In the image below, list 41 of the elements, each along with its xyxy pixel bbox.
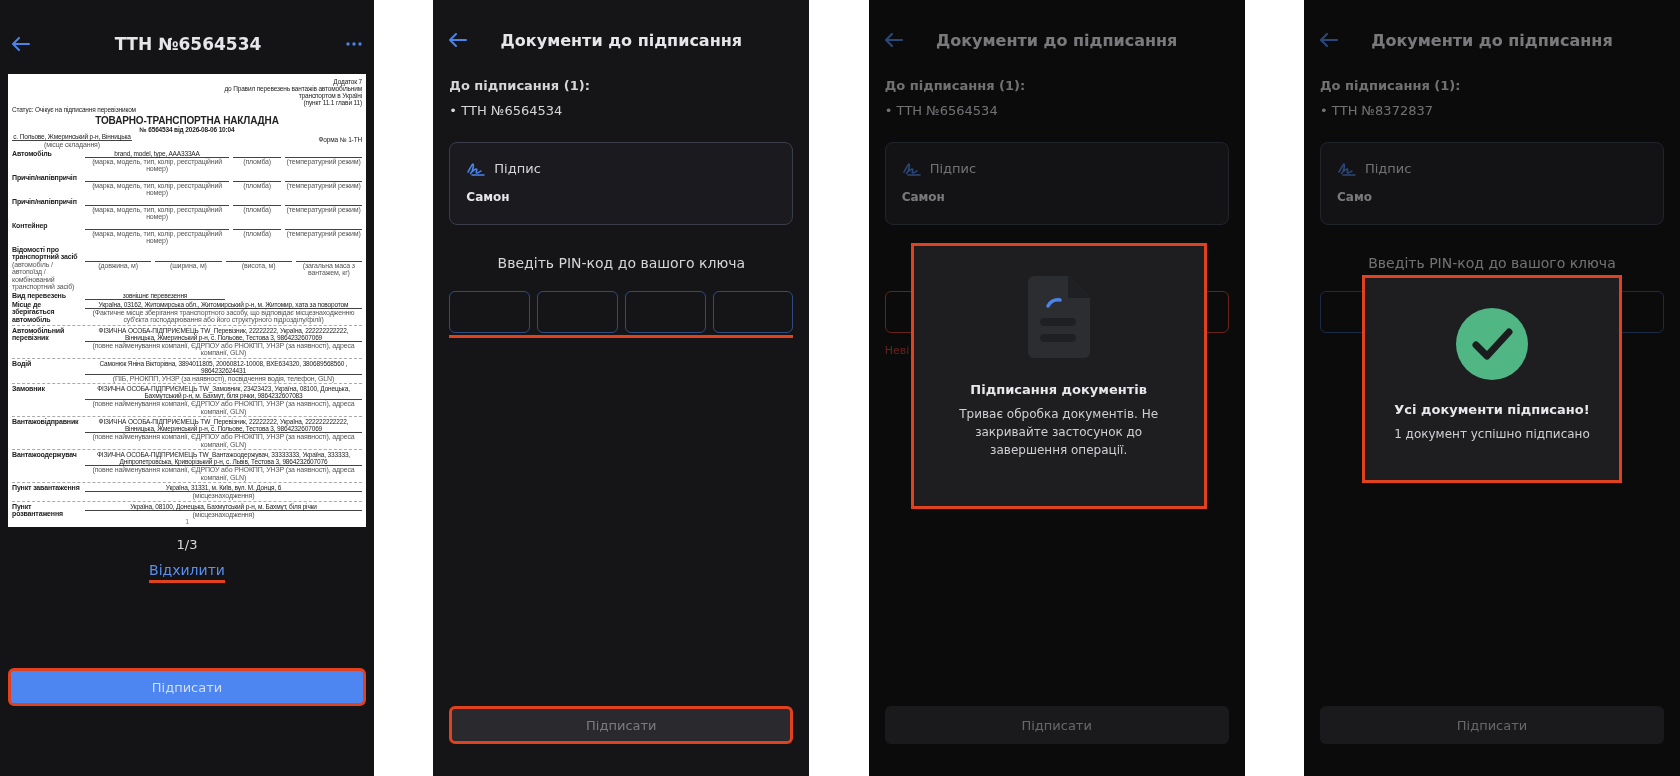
pending-label: До підписання (1): [449, 78, 591, 93]
document-heading: ТОВАРНО-ТРАНСПОРТНА НАКЛАДНА [94, 115, 280, 126]
dialog-title: Підписання документів [970, 382, 1147, 397]
screen-title: ТТН №6564534 [114, 34, 262, 54]
screen-title: Документи до підписання [500, 30, 743, 50]
pin-field[interactable] [537, 291, 618, 333]
back-arrow-icon[interactable] [449, 33, 468, 47]
pin-prompt: Введіть PIN-код до вашого ключа [496, 255, 747, 273]
page-indicator: 1/3 [175, 537, 199, 552]
signature-icon [901, 161, 922, 176]
more-icon[interactable] [346, 42, 362, 46]
pin-prompt: Введіть PIN-код до вашого ключа [1367, 255, 1617, 273]
signature-label: Підпис [1365, 161, 1412, 176]
reject-link[interactable]: Відхилити [149, 562, 225, 583]
back-arrow-icon[interactable] [1320, 33, 1338, 47]
signature-label: Підпис [494, 161, 541, 176]
pin-field[interactable] [449, 291, 531, 333]
pending-label: До підписання (1): [1320, 78, 1462, 93]
success-check-icon [1456, 308, 1528, 380]
pin-field[interactable] [712, 291, 794, 333]
back-arrow-icon[interactable] [12, 37, 30, 51]
document-list-item: • ТТН №8372837 [1320, 103, 1434, 118]
signature-icon [466, 161, 487, 176]
dialog-title: Усі документи підписано! [1394, 402, 1590, 417]
dialog-message: 1 документ успішно підписано [1394, 426, 1590, 443]
screen-title: Документи до підписання [1371, 30, 1613, 50]
document-list-item: • ТТН №6564534 [884, 103, 999, 118]
pin-field[interactable] [624, 291, 706, 333]
back-arrow-icon[interactable] [884, 33, 903, 47]
signature-icon [1337, 161, 1357, 176]
signer-name: Самон [466, 190, 511, 204]
document-list-item: • ТТН №6564534 [449, 103, 564, 118]
sign-button[interactable]: Підписати [8, 668, 366, 706]
signer-name: Само [1337, 190, 1373, 204]
error-message: Неві [884, 344, 911, 357]
signer-name: Самон [901, 190, 946, 204]
pending-label: До підписання (1): [884, 78, 1027, 93]
screen-title: Документи до підписання [935, 30, 1178, 50]
document-loading-icon [1025, 274, 1092, 360]
signature-label: Підпис [929, 161, 977, 176]
dialog-message: Триває обробка документів. Не закривайте застосунок до завершення операції. [958, 406, 1160, 459]
